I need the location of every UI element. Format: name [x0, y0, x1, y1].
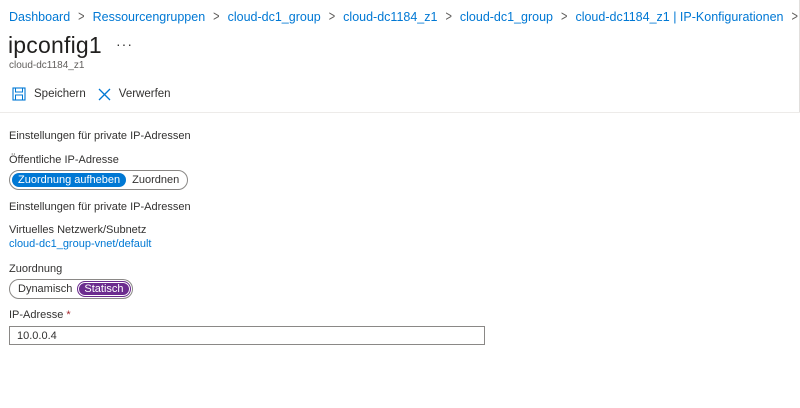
ip-address-input[interactable] [9, 326, 485, 345]
ip-address-label-text: IP-Adresse [9, 309, 64, 321]
section-heading-private-ip: Einstellungen für private IP-Adressen [9, 130, 191, 142]
chevron-right-icon: > [791, 9, 798, 25]
breadcrumb-item-resource-group-2[interactable]: cloud-dc1_group [460, 10, 553, 24]
toggle-option-static[interactable]: Statisch [77, 281, 131, 297]
assignment-label: Zuordnung [9, 263, 63, 275]
vnet-label: Virtuelles Netzwerk/Subnetz [9, 224, 147, 236]
vnet-link[interactable]: cloud-dc1_group-vnet/default [9, 238, 151, 250]
discard-label: Verwerfen [118, 88, 171, 100]
breadcrumb: Dashboard > Ressourcengruppen > cloud-dc… [9, 9, 800, 25]
toolbar-divider [0, 112, 800, 113]
command-bar: Speichern Verwerfen [12, 87, 183, 101]
chevron-right-icon: > [328, 9, 336, 25]
page-title: ipconfig1 [8, 32, 102, 58]
assignment-toggle: Dynamisch Statisch [9, 279, 133, 299]
close-icon [98, 88, 111, 100]
toggle-option-dynamic[interactable]: Dynamisch [12, 282, 78, 296]
public-ip-label: Öffentliche IP-Adresse [9, 154, 119, 166]
breadcrumb-item-dashboard[interactable]: Dashboard [9, 10, 70, 24]
chevron-right-icon: > [78, 9, 85, 25]
breadcrumb-item-ressourcengruppen[interactable]: Ressourcengruppen [93, 10, 206, 24]
page-subtitle: cloud-dc1184_z1 [9, 60, 85, 71]
toggle-option-associate[interactable]: Zuordnen [126, 173, 185, 187]
chevron-right-icon: > [561, 9, 568, 25]
save-button[interactable]: Speichern [12, 87, 86, 101]
breadcrumb-item-nic[interactable]: cloud-dc1184_z1 [343, 10, 437, 24]
ip-address-label: IP-Adresse * [9, 309, 71, 321]
save-label: Speichern [34, 88, 86, 100]
breadcrumb-item-ip-configurations[interactable]: cloud-dc1184_z1 | IP-Konfigurationen [575, 10, 783, 24]
required-marker: * [66, 309, 71, 321]
toggle-option-dissociate[interactable]: Zuordnung aufheben [12, 173, 127, 187]
more-options-button[interactable]: ··· [116, 36, 133, 52]
discard-button[interactable]: Verwerfen [98, 88, 171, 101]
public-ip-toggle: Zuordnung aufheben Zuordnen [9, 170, 189, 190]
chevron-right-icon: > [213, 9, 220, 25]
chevron-right-icon: > [445, 9, 452, 25]
save-icon [12, 87, 26, 101]
section-heading-private-ip-2: Einstellungen für private IP-Adressen [9, 201, 191, 213]
breadcrumb-item-resource-group[interactable]: cloud-dc1_group [228, 10, 321, 24]
